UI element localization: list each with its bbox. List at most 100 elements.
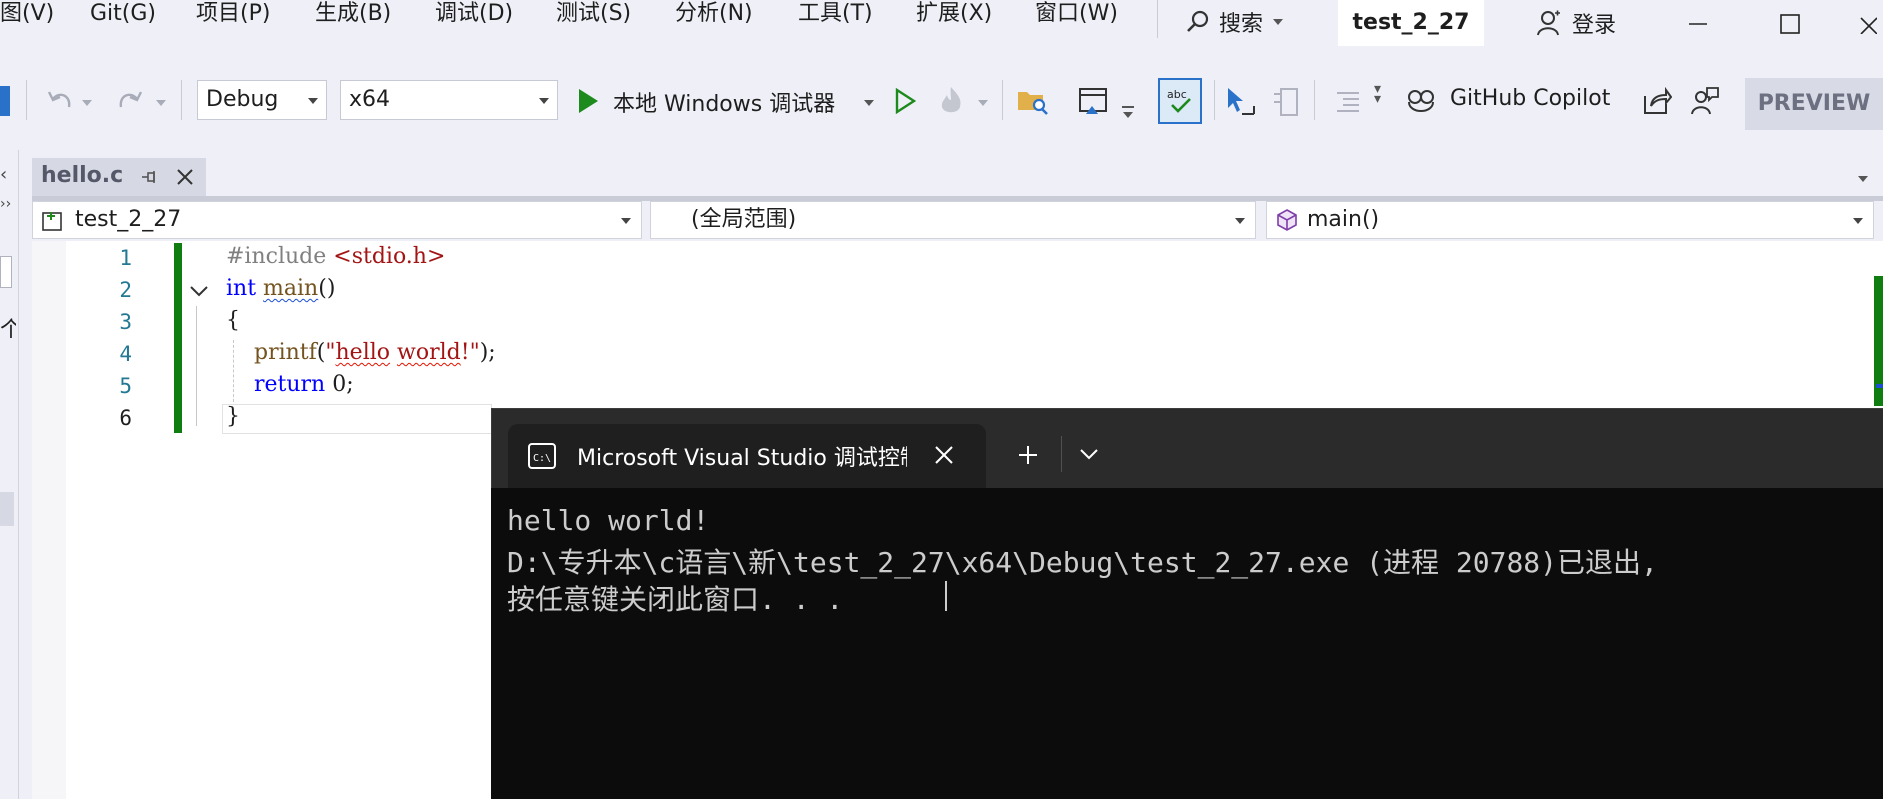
undo-button[interactable] bbox=[40, 84, 80, 120]
home-window-icon bbox=[1079, 88, 1107, 114]
select-element-button[interactable] bbox=[1222, 84, 1258, 120]
menu-debug[interactable]: 调试(D) bbox=[435, 0, 513, 32]
search-label: 搜索 bbox=[1219, 12, 1264, 37]
menu-window[interactable]: 窗口(W) bbox=[1035, 0, 1118, 32]
pin-icon[interactable] bbox=[140, 168, 158, 186]
collapse-icon[interactable]: ‹ bbox=[0, 164, 7, 185]
menu-git[interactable]: Git(G) bbox=[90, 0, 156, 32]
menu-build[interactable]: 生成(B) bbox=[315, 0, 391, 32]
member-nav-value: main() bbox=[1307, 207, 1380, 232]
close-window-button[interactable] bbox=[1850, 0, 1883, 48]
toolbar-separator bbox=[1214, 80, 1215, 120]
rail-item[interactable] bbox=[0, 256, 12, 288]
share-icon bbox=[1644, 86, 1672, 114]
cube-icon bbox=[1277, 209, 1297, 231]
chevron-down-icon bbox=[1853, 218, 1863, 224]
configuration-value: Debug bbox=[206, 87, 279, 112]
copilot-icon bbox=[1408, 90, 1434, 112]
svg-text:C:\: C:\ bbox=[533, 453, 551, 464]
fold-guide bbox=[196, 306, 197, 426]
member-nav-select[interactable]: main() bbox=[1266, 201, 1874, 239]
start-without-debugging-button[interactable] bbox=[890, 86, 920, 116]
tab-hello-c[interactable]: hello.c bbox=[32, 158, 206, 196]
share-button[interactable] bbox=[1640, 84, 1674, 118]
terminal-output-line: 按任意键关闭此窗口. . . bbox=[507, 583, 844, 616]
chevron-down-icon[interactable] bbox=[864, 100, 874, 106]
play-outline-icon bbox=[895, 88, 916, 114]
spellcheck-button[interactable]: abc bbox=[1158, 78, 1202, 124]
redo-icon bbox=[119, 91, 143, 108]
chevron-down-icon bbox=[308, 98, 318, 104]
chevron-down-icon[interactable] bbox=[1078, 446, 1100, 462]
tab-close-icon[interactable] bbox=[176, 168, 194, 186]
project-nav-select[interactable]: test_2_27 bbox=[32, 201, 642, 239]
menu-extensions[interactable]: 扩展(X) bbox=[916, 0, 992, 32]
layout-icon bbox=[1274, 88, 1298, 116]
scope-nav-value: (全局范围) bbox=[691, 207, 797, 232]
copilot-label[interactable]: GitHub Copilot bbox=[1450, 86, 1610, 111]
overflow-indicator bbox=[1122, 106, 1134, 108]
rail-label: 个 bbox=[0, 318, 16, 338]
maximize-button[interactable] bbox=[1760, 0, 1820, 48]
line-number: 3 bbox=[119, 310, 132, 334]
feedback-button[interactable] bbox=[1688, 84, 1722, 118]
login-button[interactable]: 登录 bbox=[1536, 2, 1616, 44]
terminal-tab-title: Microsoft Visual Studio 调试控制台 bbox=[577, 446, 907, 471]
hot-reload-button[interactable] bbox=[934, 84, 968, 118]
indent-button[interactable] bbox=[1330, 84, 1366, 120]
chevron-down-icon bbox=[539, 98, 549, 104]
minimize-icon bbox=[1689, 23, 1707, 25]
terminal-output-line: D:\专升本\c语言\新\test_2_27\x64\Debug\test_2_… bbox=[507, 546, 1658, 579]
find-in-files-button[interactable] bbox=[1016, 84, 1050, 118]
change-tracking-bar bbox=[174, 243, 182, 433]
chevron-down-icon bbox=[621, 218, 631, 224]
solution-title: test_2_27 bbox=[1338, 0, 1484, 46]
menu-separator bbox=[1157, 0, 1158, 38]
chevron-down-icon[interactable] bbox=[82, 100, 92, 106]
search-icon bbox=[1187, 10, 1209, 32]
solution-explorer-icon[interactable] bbox=[0, 86, 10, 116]
project-icon bbox=[42, 212, 62, 231]
expand-icon[interactable]: ›› bbox=[0, 196, 11, 212]
spellcheck-icon: abc bbox=[1167, 88, 1191, 113]
scrollbar-error-marker bbox=[1876, 384, 1883, 388]
minimize-button[interactable] bbox=[1668, 0, 1728, 48]
search-button[interactable]: 搜索 bbox=[1185, 2, 1284, 42]
code-line-2: int main() bbox=[226, 276, 336, 301]
chevron-down-icon[interactable] bbox=[1123, 112, 1133, 118]
menu-view[interactable]: 图(V) bbox=[0, 0, 54, 32]
home-window-button[interactable] bbox=[1076, 84, 1112, 120]
chevron-down-icon bbox=[1235, 218, 1245, 224]
menu-tools[interactable]: 工具(T) bbox=[798, 0, 873, 32]
editor-gutter bbox=[32, 241, 66, 799]
configuration-select[interactable]: Debug bbox=[197, 80, 327, 120]
platform-select[interactable]: x64 bbox=[340, 80, 558, 120]
terminal-cursor bbox=[945, 581, 947, 611]
fold-chevron-icon[interactable] bbox=[188, 282, 210, 300]
rail-selection bbox=[0, 492, 14, 526]
plus-icon[interactable] bbox=[1016, 443, 1040, 467]
menu-analyze[interactable]: 分析(N) bbox=[675, 0, 753, 32]
code-line-3: { bbox=[226, 308, 240, 333]
debugger-label[interactable]: 本地 Windows 调试器 bbox=[613, 86, 835, 118]
start-debugging-button[interactable] bbox=[576, 86, 600, 116]
preview-button[interactable]: PREVIEW bbox=[1745, 78, 1883, 130]
close-icon bbox=[1859, 17, 1877, 34]
tab-overflow-chevron-icon[interactable] bbox=[1858, 176, 1868, 182]
overflow-indicator: ▾ ▾ bbox=[1374, 81, 1382, 107]
chevron-down-icon[interactable] bbox=[978, 100, 988, 106]
code-line-6: } bbox=[226, 404, 240, 429]
maximize-icon bbox=[1780, 14, 1800, 34]
code-line-5: return 0; bbox=[253, 372, 354, 397]
menu-project[interactable]: 项目(P) bbox=[196, 0, 270, 32]
redo-button[interactable] bbox=[110, 84, 150, 120]
terminal-tab-separator bbox=[1061, 436, 1062, 472]
layout-button[interactable] bbox=[1268, 84, 1304, 120]
code-line-4: printf("hello world!"); bbox=[253, 340, 496, 365]
feedback-icon bbox=[1691, 87, 1719, 115]
chevron-down-icon[interactable] bbox=[156, 100, 166, 106]
copilot-button[interactable] bbox=[1404, 84, 1438, 118]
scope-nav-select[interactable]: (全局范围) bbox=[650, 201, 1256, 239]
menu-test[interactable]: 测试(S) bbox=[556, 0, 631, 32]
close-icon[interactable] bbox=[933, 444, 955, 466]
